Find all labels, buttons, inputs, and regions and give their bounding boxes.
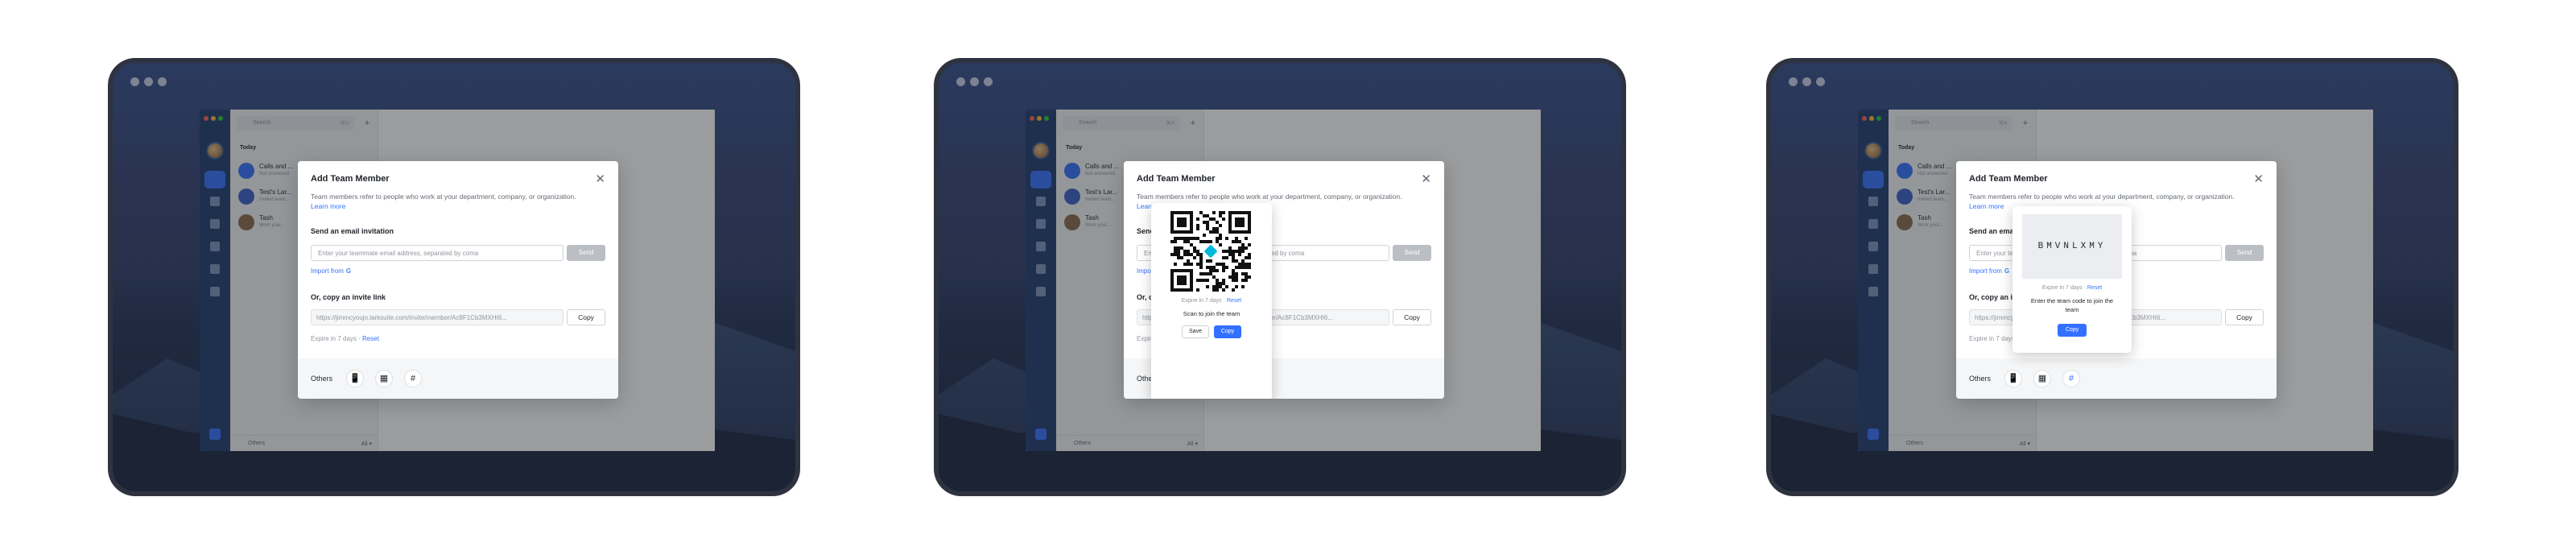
email-heading: Send an email invitation: [311, 227, 394, 235]
import-from-link[interactable]: Import fromG: [311, 267, 351, 275]
device-frame-1: Search ⌘K + Today Calls and ... Not answer…: [108, 58, 800, 496]
reset-link[interactable]: Reset: [362, 335, 379, 342]
dialog-title: Add Team Member: [1969, 174, 2048, 184]
copy-button[interactable]: Copy: [1214, 325, 1241, 338]
dialog-footer: Others 📱 ▦ #: [1956, 358, 2277, 399]
phone-icon[interactable]: 📱: [2004, 370, 2022, 387]
qr-code-popup: Expire in 7 days · Reset Scan to join th…: [1151, 203, 1272, 399]
add-team-member-dialog: Add Team Member ✕ Team members refer to …: [1956, 161, 2277, 399]
learn-more-link[interactable]: Learn more: [1969, 202, 2004, 210]
desktop-wallpaper: Search ⌘K + Today Calls and ... Not answer…: [1771, 63, 2454, 491]
team-code-popup: BMVNLXMY Expire in 7 days · Reset Enter …: [2013, 206, 2132, 353]
close-icon[interactable]: ✕: [1421, 172, 1431, 186]
close-icon[interactable]: ✕: [2253, 172, 2264, 186]
copy-link-button[interactable]: Copy: [567, 309, 605, 325]
add-team-member-dialog: Add Team Member ✕ Team members refer to …: [1124, 161, 1444, 399]
invite-link-field[interactable]: https://jimmcyoujo.larksuite.com/invite/…: [311, 309, 564, 325]
hash-icon[interactable]: #: [2062, 370, 2080, 387]
dialog-description: Team members refer to people who work at…: [311, 193, 576, 210]
app-window: Search ⌘K + Today Calls and ... Not answer…: [1026, 110, 1541, 451]
scan-instruction: Scan to join the team: [1183, 310, 1241, 317]
popup-expire-text: Expire in 7 days · Reset: [2041, 285, 2103, 291]
others-label: Others: [311, 375, 333, 383]
send-button[interactable]: Send: [2225, 245, 2264, 261]
close-icon[interactable]: ✕: [595, 172, 605, 186]
dialog-title: Add Team Member: [1137, 174, 1216, 184]
qr-code-icon[interactable]: ▦: [2033, 370, 2051, 387]
app-window: Search ⌘K + Today Calls and ... Not answer…: [1858, 110, 2373, 451]
window-controls: [1789, 77, 1825, 86]
others-label: Others: [1969, 375, 1992, 383]
copy-link-button[interactable]: Copy: [1393, 309, 1431, 325]
app-window: Search ⌘K + Today Calls and ... Not answer…: [200, 110, 715, 451]
window-controls: [956, 77, 993, 86]
add-team-member-dialog: Add Team Member ✕ Team members refer to …: [298, 161, 618, 399]
popup-expire-text: Expire in 7 days · Reset: [1181, 298, 1242, 304]
qr-code-icon[interactable]: ▦: [375, 370, 393, 387]
code-instruction: Enter the team code to join the team: [2030, 297, 2114, 313]
team-code: BMVNLXMY: [2022, 214, 2122, 279]
link-heading: Or, copy an invite link: [311, 293, 386, 301]
send-button[interactable]: Send: [567, 245, 605, 261]
window-controls: [130, 77, 167, 86]
phone-icon[interactable]: 📱: [346, 370, 364, 387]
email-input[interactable]: Enter your teammate email address, separ…: [311, 245, 564, 261]
save-button[interactable]: Save: [1182, 325, 1209, 338]
dialog-footer: Others 📱 ▦ #: [298, 358, 618, 399]
desktop-wallpaper: Search ⌘K + Today Calls and ... Not answer…: [939, 63, 1621, 491]
copy-link-button[interactable]: Copy: [2225, 309, 2264, 325]
desktop-wallpaper: Search ⌘K + Today Calls and ... Not answer…: [113, 63, 795, 491]
popup-reset-link[interactable]: Reset: [1227, 298, 1241, 304]
app-logo-icon: [1203, 243, 1219, 259]
expire-text: Expire in 7 days · Reset: [311, 335, 379, 342]
learn-more-link[interactable]: Learn more: [311, 202, 345, 210]
hash-icon[interactable]: #: [404, 370, 422, 387]
send-button[interactable]: Send: [1393, 245, 1431, 261]
google-icon: G: [345, 267, 352, 275]
device-frame-2: Search ⌘K + Today Calls and ... Not answer…: [934, 58, 1626, 496]
google-icon: G: [2004, 267, 2010, 275]
import-from-link[interactable]: Import fromG: [1969, 267, 2009, 275]
dialog-title: Add Team Member: [311, 174, 390, 184]
copy-code-button[interactable]: Copy: [2058, 324, 2087, 337]
popup-reset-link[interactable]: Reset: [2087, 285, 2102, 291]
device-frame-3: Search ⌘K + Today Calls and ... Not answer…: [1766, 58, 2458, 496]
